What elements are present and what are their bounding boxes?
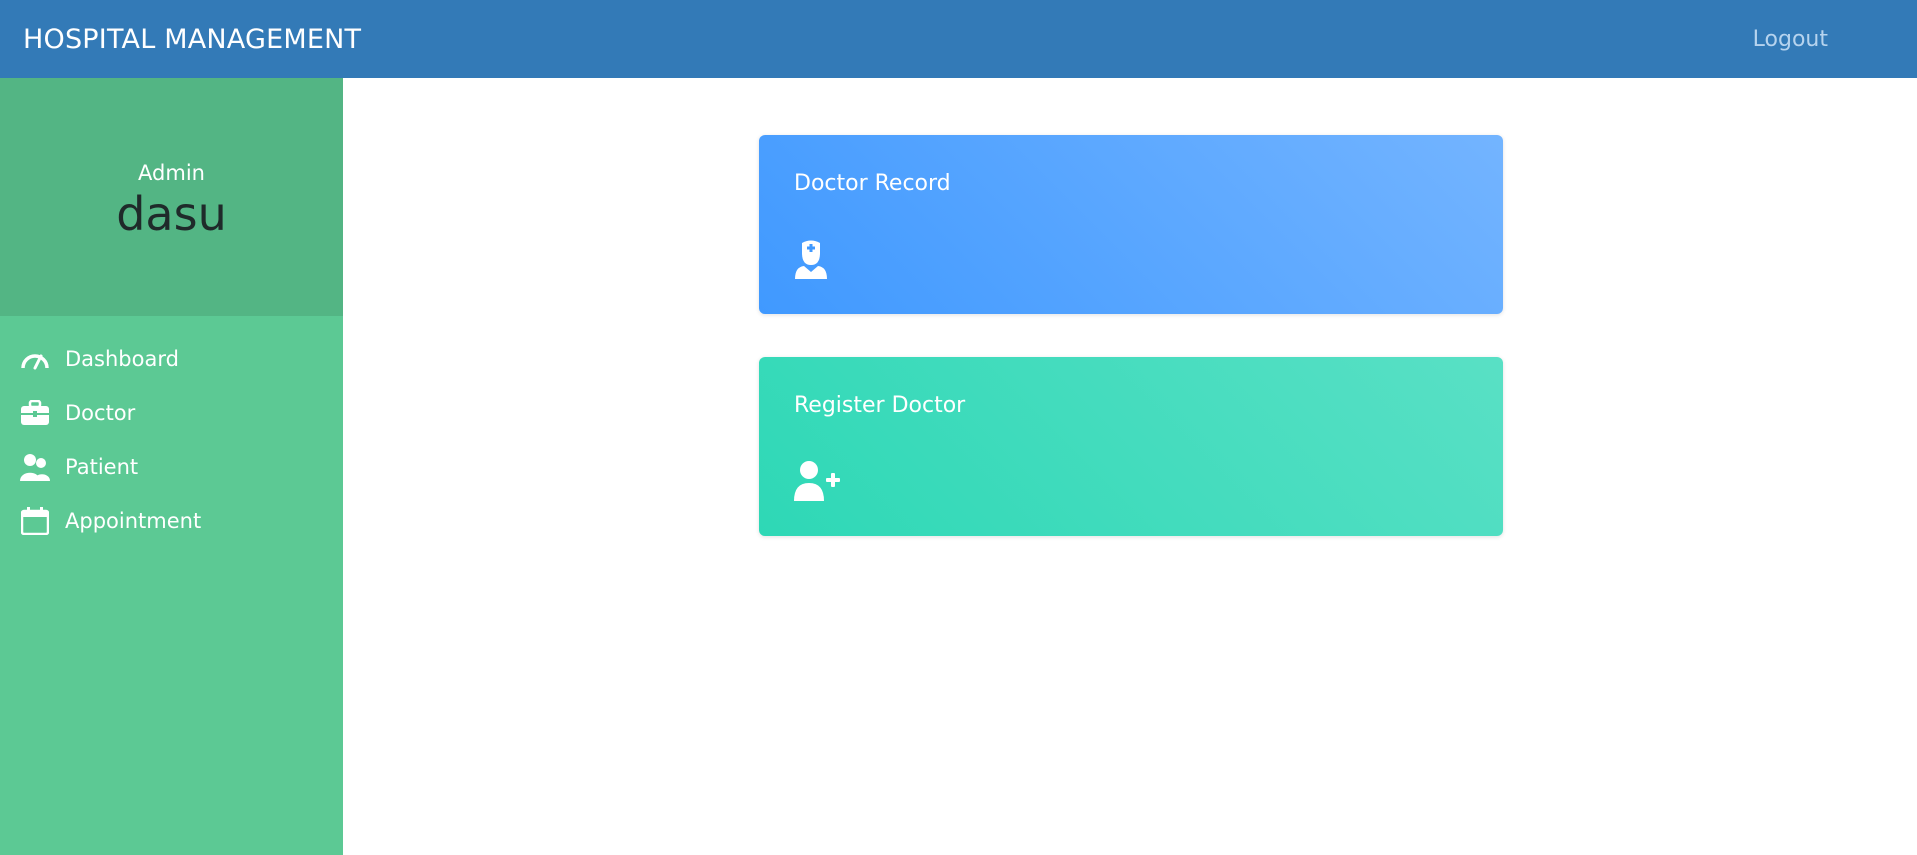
username: dasu xyxy=(116,187,227,241)
sidebar-item-label: Dashboard xyxy=(65,347,179,371)
user-role: Admin xyxy=(138,161,205,185)
sidebar: Admin dasu Dashboard Doctor Patient Appo… xyxy=(0,78,343,855)
calendar-icon xyxy=(20,506,50,536)
sidebar-item-label: Appointment xyxy=(65,509,202,533)
brand-title[interactable]: HOSPITAL MANAGEMENT xyxy=(23,24,361,55)
register-doctor-card[interactable]: Register Doctor xyxy=(759,357,1503,536)
logout-link[interactable]: Logout xyxy=(1753,27,1828,52)
briefcase-icon xyxy=(20,398,50,428)
top-navbar: HOSPITAL MANAGEMENT Logout xyxy=(0,0,1917,78)
user-plus-icon xyxy=(794,461,842,505)
doctor-icon xyxy=(794,239,828,283)
sidebar-item-patient[interactable]: Patient xyxy=(0,440,343,494)
sidebar-item-dashboard[interactable]: Dashboard xyxy=(0,332,343,386)
sidebar-item-label: Doctor xyxy=(65,401,136,425)
doctor-record-card[interactable]: Doctor Record xyxy=(759,135,1503,314)
sidebar-item-appointment[interactable]: Appointment xyxy=(0,494,343,548)
sidebar-item-doctor[interactable]: Doctor xyxy=(0,386,343,440)
card-title: Register Doctor xyxy=(794,393,966,418)
profile-panel: Admin dasu xyxy=(0,78,343,316)
dashboard-gauge-icon xyxy=(20,344,50,374)
card-title: Doctor Record xyxy=(794,171,951,196)
sidebar-item-label: Patient xyxy=(65,455,139,479)
sidebar-nav: Dashboard Doctor Patient Appointment xyxy=(0,316,343,548)
main-content: Doctor Record Register Doctor xyxy=(343,78,1917,855)
users-icon xyxy=(20,452,50,482)
